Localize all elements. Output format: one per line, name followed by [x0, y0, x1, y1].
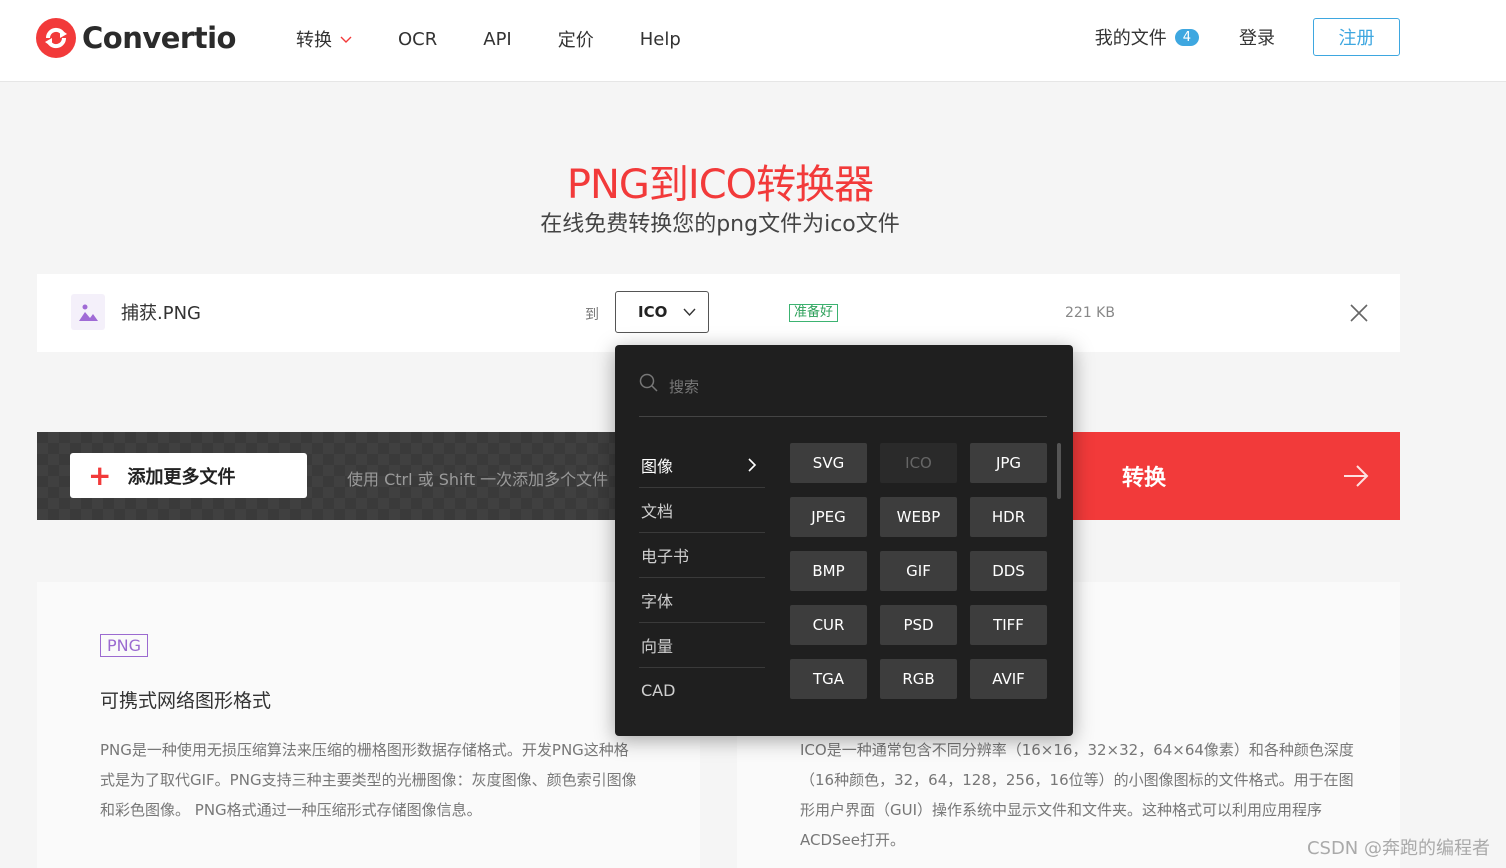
convert-label: 转换	[1122, 466, 1167, 491]
category-ebook[interactable]: 电子书	[639, 533, 765, 578]
format-option-svg[interactable]: SVG	[790, 443, 867, 483]
file-size: 221 KB	[1065, 305, 1115, 321]
main-nav: 转换 OCR API 定价 Help	[296, 26, 727, 52]
to-label: 到	[585, 307, 599, 323]
format-option-gif[interactable]: GIF	[880, 551, 957, 591]
my-files-link[interactable]: 我的文件 4	[1095, 24, 1199, 50]
format-option-jpg[interactable]: JPG	[970, 443, 1047, 483]
brand-name: Convertio	[82, 21, 236, 55]
nav-help[interactable]: Help	[640, 29, 681, 50]
format-option-avif[interactable]: AVIF	[970, 659, 1047, 699]
category-cad[interactable]: CAD	[639, 668, 765, 713]
image-file-icon	[71, 294, 105, 330]
my-files-count-badge: 4	[1174, 28, 1199, 46]
add-more-files-label: 添加更多文件	[127, 466, 236, 488]
nav-convert[interactable]: 转换	[296, 26, 352, 52]
convertio-logo-icon	[36, 18, 76, 58]
format-option-hdr[interactable]: HDR	[970, 497, 1047, 537]
multi-select-hint: 使用 Ctrl 或 Shift 一次添加多个文件	[347, 470, 609, 489]
category-list: 图像 文档 电子书 字体 向量 CAD	[639, 443, 765, 713]
format-select[interactable]: ICO	[615, 291, 709, 333]
category-document[interactable]: 文档	[639, 488, 765, 533]
watermark: CSDN @奔跑的编程者	[1306, 838, 1490, 859]
chevron-right-icon	[748, 458, 757, 472]
logo[interactable]: Convertio	[36, 18, 236, 58]
arrow-right-icon	[1344, 465, 1369, 487]
png-info-card: PNG 可携式网络图形格式 PNG是一种使用无损压缩算法来压缩的栅格图形数据存储…	[37, 582, 700, 868]
signup-button[interactable]: 注册	[1313, 18, 1400, 56]
format-heading: 可携式网络图形格式	[100, 690, 272, 712]
format-option-dds[interactable]: DDS	[970, 551, 1047, 591]
chevron-down-icon	[340, 36, 352, 43]
format-search-input[interactable]: 搜索	[639, 373, 1047, 417]
format-description: PNG是一种使用无损压缩算法来压缩的栅格图形数据存储格式。开发PNG这种格式是为…	[100, 741, 637, 819]
format-option-tiff[interactable]: TIFF	[970, 605, 1047, 645]
format-option-ico: ICO	[880, 443, 957, 483]
format-option-bmp[interactable]: BMP	[790, 551, 867, 591]
chevron-down-icon	[683, 308, 696, 317]
search-icon	[639, 373, 658, 392]
search-placeholder: 搜索	[669, 378, 700, 396]
file-row: 捕获.PNG 到 ICO 准备好 221 KB	[37, 274, 1400, 352]
format-option-webp[interactable]: WEBP	[880, 497, 957, 537]
convert-button[interactable]: 转换	[1036, 432, 1400, 520]
page-subtitle: 在线免费转换您的png文件为ico文件	[540, 212, 900, 237]
format-select-value: ICO	[638, 303, 668, 321]
category-font[interactable]: 字体	[639, 578, 765, 623]
nav-convert-label: 转换	[296, 30, 332, 51]
page-title: PNG到ICO转换器	[566, 162, 874, 208]
category-image[interactable]: 图像	[639, 443, 765, 488]
format-option-cur[interactable]: CUR	[790, 605, 867, 645]
format-option-rgb[interactable]: RGB	[880, 659, 957, 699]
status-badge: 准备好	[789, 304, 839, 322]
add-more-files-button[interactable]: + 添加更多文件	[70, 453, 307, 498]
format-tag: PNG	[100, 634, 149, 657]
top-bar: Convertio 转换 OCR API 定价 Help 我的文件 4 登录 注…	[0, 0, 1506, 82]
category-vector[interactable]: 向量	[639, 623, 765, 668]
login-link[interactable]: 登录	[1239, 24, 1275, 50]
nav-ocr[interactable]: OCR	[398, 29, 437, 50]
account-nav: 我的文件 4 登录 注册	[1095, 18, 1400, 56]
file-name: 捕获.PNG	[121, 303, 201, 324]
nav-pricing[interactable]: 定价	[558, 26, 594, 52]
category-label: 图像	[641, 457, 674, 476]
format-option-psd[interactable]: PSD	[880, 605, 957, 645]
dropdown-scrollbar[interactable]	[1057, 443, 1061, 499]
plus-icon: +	[88, 458, 112, 492]
nav-api[interactable]: API	[483, 29, 511, 50]
format-grid: SVG ICO JPG JPEG WEBP HDR BMP GIF DDS CU…	[790, 443, 1047, 699]
format-description: ICO是一种通常包含不同分辨率（16×16，32×32，64×64像素）和各种颜…	[800, 741, 1354, 849]
format-dropdown: 搜索 图像 文档 电子书 字体 向量 CAD SVG ICO JPG JPEG …	[615, 345, 1073, 736]
close-icon[interactable]	[1349, 303, 1369, 323]
format-option-jpeg[interactable]: JPEG	[790, 497, 867, 537]
my-files-label: 我的文件	[1094, 28, 1167, 49]
format-option-tga[interactable]: TGA	[790, 659, 867, 699]
